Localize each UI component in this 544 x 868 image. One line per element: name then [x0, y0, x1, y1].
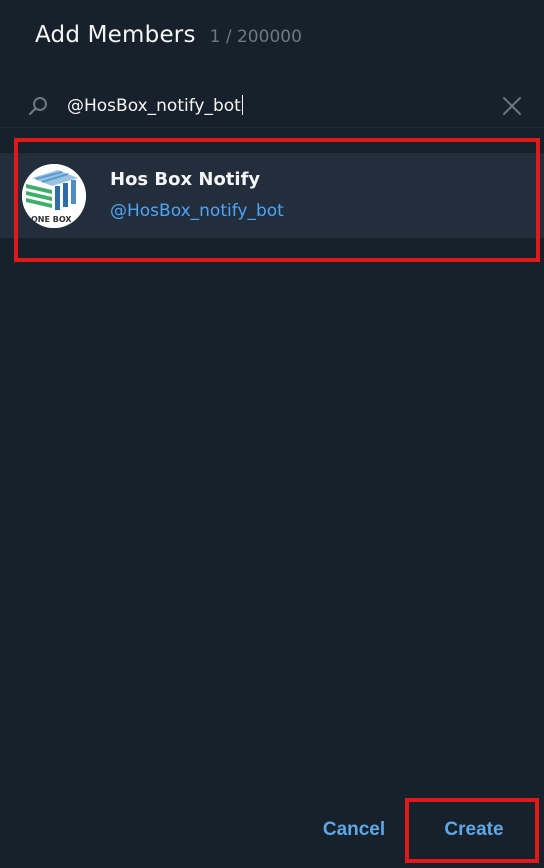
dialog-title: Add Members [35, 22, 196, 48]
member-username: @HosBox_notify_bot [110, 201, 284, 221]
member-count: 1 / 200000 [209, 27, 302, 47]
search-results-list: ONE BOX Hos Box Notify @HosBox_notify_bo… [0, 153, 544, 238]
dialog-header: Add Members 1 / 200000 [35, 22, 302, 48]
search-bar: @HosBox_notify_bot [0, 86, 544, 128]
search-icon [28, 97, 47, 116]
cancel-button[interactable]: Cancel [314, 810, 394, 850]
add-members-dialog: Add Members 1 / 200000 @HosBox_notify_bo… [0, 0, 544, 868]
create-button[interactable]: Create [432, 810, 516, 850]
avatar: ONE BOX [22, 164, 86, 228]
search-input[interactable]: @HosBox_notify_bot [67, 90, 487, 122]
search-input-value: @HosBox_notify_bot [67, 96, 241, 116]
member-name: Hos Box Notify [110, 169, 261, 190]
member-result-row[interactable]: ONE BOX Hos Box Notify @HosBox_notify_bo… [0, 153, 544, 238]
avatar-logo-text: ONE BOX [31, 215, 72, 224]
close-icon[interactable] [500, 94, 524, 118]
text-cursor [241, 95, 243, 115]
